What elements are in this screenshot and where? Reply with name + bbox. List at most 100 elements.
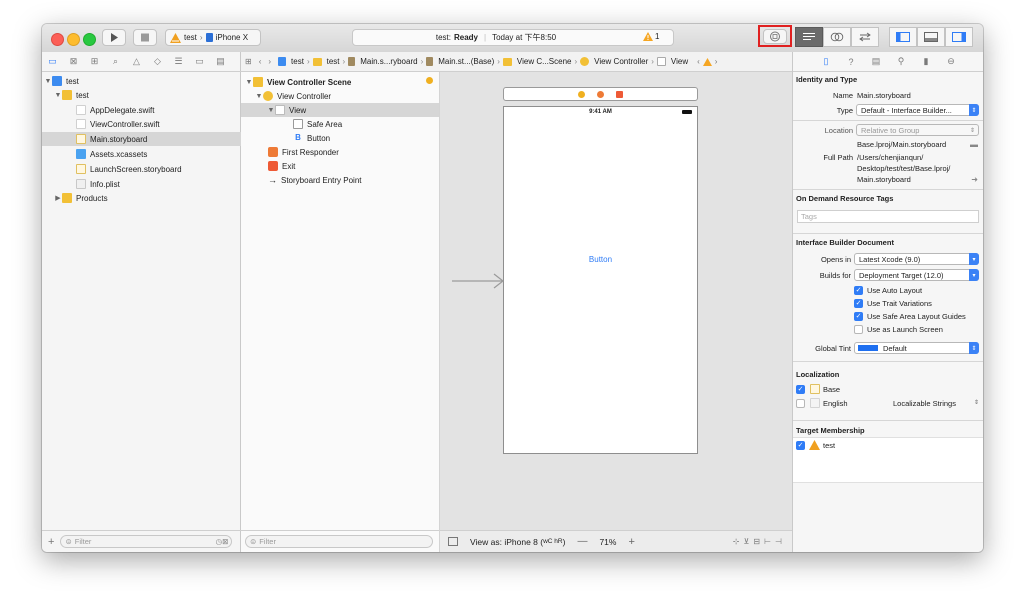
folder-icon[interactable]: ▬ — [970, 140, 978, 149]
activity-viewer: test: Ready | Today at 下午8:50 1 — [352, 29, 674, 46]
jump-item[interactable]: test — [327, 57, 340, 66]
standard-editor-button[interactable] — [795, 27, 823, 47]
back-icon[interactable]: ‹ — [259, 57, 262, 66]
find-icon[interactable]: ⌕ — [110, 56, 121, 67]
attributes-inspector-icon[interactable]: ⚲ — [896, 56, 907, 67]
outline-filter-input[interactable]: ⊜ Filter — [245, 535, 433, 548]
entry-point-arrow[interactable] — [452, 272, 506, 290]
type-popup[interactable]: Default - Interface Builder... ⇕ — [856, 104, 979, 116]
scheme-selector[interactable]: test › iPhone X — [165, 29, 261, 46]
navigator-filter-input[interactable]: ⊜ Filter ◷⊠ — [60, 535, 233, 548]
opens-popup[interactable]: Latest Xcode (9.0) ▾ — [854, 253, 979, 265]
outline-item-scene[interactable]: ▼ View Controller Scene — [245, 75, 351, 89]
outline-item-view-selected[interactable]: ▼ View — [241, 103, 439, 117]
tree-item-group[interactable]: ▼ test — [54, 88, 89, 102]
outline-item-entry-point[interactable]: → Storyboard Entry Point — [268, 173, 361, 187]
tree-item-file[interactable]: Info.plist — [76, 177, 120, 191]
navigator-filter-bar: + ⊜ Filter ◷⊠ — [42, 530, 241, 552]
global-tint-popup[interactable]: Default ⇕ — [854, 342, 979, 354]
jump-item[interactable]: Main.st...(Base) — [438, 57, 494, 66]
checkbox-auto-layout[interactable]: ✓ — [854, 286, 863, 295]
device-view[interactable]: 9:41 AM Button — [503, 106, 698, 454]
issue-icon[interactable]: △ — [131, 56, 142, 67]
layout-tools[interactable]: ⊹⊻⊟⊢⊣ — [733, 537, 786, 546]
section-header-localization: Localization — [796, 370, 840, 379]
tree-item-file-selected[interactable]: Main.storyboard — [42, 132, 241, 146]
chevron-updown-icon: ⇕ — [969, 104, 979, 116]
storyboard-canvas[interactable]: 9:41 AM Button — [440, 72, 792, 530]
outline-item-exit[interactable]: Exit — [268, 159, 295, 173]
view-controller-icon[interactable] — [578, 90, 585, 98]
close-window-button[interactable] — [51, 33, 64, 46]
type-value: Default - Interface Builder... — [861, 105, 952, 115]
checkbox-launch-screen[interactable] — [854, 325, 863, 334]
tree-item-file[interactable]: ViewController.swift — [76, 117, 160, 131]
toggle-inspector-button[interactable] — [945, 27, 973, 47]
connections-inspector-icon[interactable]: ⊖ — [946, 56, 957, 67]
issue-forward-icon[interactable]: › — [715, 57, 718, 66]
toggle-debug-area-button[interactable] — [917, 27, 945, 47]
first-responder-icon[interactable] — [597, 90, 604, 98]
file-inspector-icon[interactable]: ▯ — [821, 56, 832, 67]
checkbox-localization-base[interactable]: ✓ — [796, 385, 805, 394]
warning-icon[interactable] — [702, 57, 712, 66]
tags-field[interactable]: Tags — [797, 210, 979, 223]
size-inspector-icon[interactable]: ▮ — [921, 56, 932, 67]
jump-item[interactable]: test — [291, 57, 304, 66]
location-popup[interactable]: Relative to Group ⇕ — [856, 124, 979, 136]
section-header-identity: Identity and Type — [796, 75, 858, 84]
quick-help-icon[interactable]: ? — [846, 56, 857, 67]
checkbox-localization-english[interactable] — [796, 399, 805, 408]
jump-bar: ⊞ ‹ › test › test › Main.s...ryboard › M… — [241, 52, 792, 72]
reveal-arrow-icon[interactable]: ➜ — [971, 175, 978, 184]
library-button[interactable] — [763, 29, 787, 44]
canvas-button[interactable]: Button — [504, 255, 697, 264]
report-icon[interactable]: ▤ — [215, 56, 226, 67]
outline-item-label: Button — [307, 133, 331, 143]
breakpoint-icon[interactable]: ▭ — [194, 56, 205, 67]
tree-item-file[interactable]: LaunchScreen.storyboard — [76, 162, 182, 176]
minimize-window-button[interactable] — [67, 33, 80, 46]
version-editor-button[interactable] — [851, 27, 879, 47]
localization-english-type[interactable]: Localizable Strings — [893, 399, 956, 408]
outline-item-first-responder[interactable]: First Responder — [268, 145, 339, 159]
checkbox-trait-variations[interactable]: ✓ — [854, 299, 863, 308]
tree-item-group[interactable]: ▶ Products — [54, 191, 108, 205]
source-control-icon[interactable]: ⊠ — [68, 56, 79, 67]
exit-icon[interactable] — [616, 90, 623, 98]
checkbox-safe-area[interactable]: ✓ — [854, 312, 863, 321]
builds-popup[interactable]: Deployment Target (12.0) ▾ — [854, 269, 979, 281]
jump-item[interactable]: Main.s...ryboard — [360, 57, 417, 66]
outline-item-button[interactable]: B Button — [293, 131, 330, 145]
zoom-in-button[interactable]: + — [628, 536, 634, 548]
outline-toggle-icon[interactable] — [448, 537, 458, 546]
identity-inspector-icon[interactable]: ▤ — [871, 56, 882, 67]
tree-item-file[interactable]: AppDelegate.swift — [76, 103, 154, 117]
fullpath-line: /Users/chenjianqun/ — [857, 153, 924, 162]
tree-item-file[interactable]: Assets.xcassets — [76, 147, 147, 161]
test-icon[interactable]: ◇ — [152, 56, 163, 67]
jump-item[interactable]: View — [671, 57, 688, 66]
forward-icon[interactable]: › — [268, 57, 271, 66]
view-as-selector[interactable]: View as: iPhone 8 ( wC hR ) — [470, 537, 565, 547]
stop-button[interactable] — [133, 29, 157, 46]
recent-files-icon[interactable]: ◷⊠ — [216, 537, 229, 546]
checkbox-target-test[interactable]: ✓ — [796, 441, 805, 450]
issue-back-icon[interactable]: ‹ — [697, 57, 700, 66]
warning-indicator[interactable]: 1 — [643, 32, 659, 41]
run-button[interactable] — [102, 29, 126, 46]
jump-item[interactable]: View C...Scene — [517, 57, 572, 66]
outline-item-safe-area[interactable]: Safe Area — [293, 117, 342, 131]
jump-item[interactable]: View Controller — [594, 57, 648, 66]
outline-item-view-controller[interactable]: ▼ View Controller — [255, 89, 331, 103]
tree-item-project[interactable]: ▼ test — [44, 74, 79, 88]
related-items-icon[interactable]: ⊞ — [245, 57, 252, 66]
toggle-navigator-button[interactable] — [889, 27, 917, 47]
assistant-editor-button[interactable] — [823, 27, 851, 47]
zoom-out-button[interactable]: — — [577, 536, 587, 547]
add-icon[interactable]: + — [48, 536, 54, 548]
debug-icon[interactable]: ☰ — [173, 56, 184, 67]
zoom-window-button[interactable] — [83, 33, 96, 46]
folder-icon[interactable]: ▭ — [47, 56, 58, 67]
symbol-icon[interactable]: ⊞ — [89, 56, 100, 67]
